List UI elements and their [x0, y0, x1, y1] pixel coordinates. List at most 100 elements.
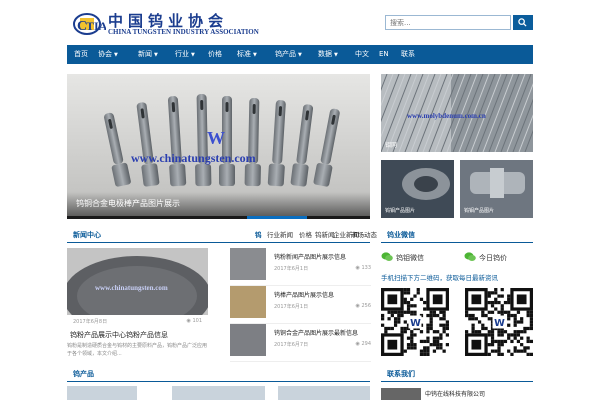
right-feature-caption: 钼网 — [385, 142, 398, 149]
svg-text:W: W — [207, 128, 225, 148]
chevron-down-icon: ▼ — [154, 52, 158, 58]
nav-item-1[interactable]: 首页 — [74, 45, 88, 64]
news-section-header: 新闻中心 钨行业新闻 价格 钨新闻 企业新闻 市场动态 — [67, 229, 377, 243]
wechat-section-header: 钨业微信 — [381, 229, 533, 243]
nav-item-label: 数据 — [318, 50, 332, 58]
search-box — [385, 15, 533, 30]
news-item-views: ◉ 133 — [356, 265, 372, 271]
main-nav: 首页 协会 ▼ 新闻 ▼ 行业 ▼ 价格 标准 ▼ 钨产品 ▼ 数据 ▼ 中文 EN 联系 — [67, 45, 533, 64]
nav-item-10[interactable]: EN — [379, 45, 389, 64]
news-main-views: ◉ 101 — [187, 318, 203, 324]
news-item-views: ◉ 294 — [356, 341, 372, 347]
news-tab[interactable]: 市场动态 — [351, 229, 377, 242]
news-main-image[interactable]: www.chinatungsten.com — [67, 248, 208, 315]
news-item-date: 2017年6月7日 — [274, 342, 309, 348]
news-item-title[interactable]: 钨棒产品图片展示信息 — [274, 290, 334, 299]
chevron-down-icon: ▼ — [114, 52, 118, 58]
logo-mark-icon: C TIA — [73, 13, 106, 35]
news-tab[interactable]: 行业新闻 — [267, 229, 293, 242]
news-main-summary: 钨粉是制造硬质合金与钨材的主要原料产品，钨粉产品广泛应用于各个领域，本文介绍..… — [67, 343, 208, 357]
tungsten-powder-image — [67, 248, 208, 315]
news-item-title[interactable]: 钨铜合金产品图片展示最新信息 — [274, 328, 358, 337]
news-thumb[interactable] — [230, 324, 266, 356]
nav-item-7[interactable]: 钨产品 ▼ — [275, 45, 302, 64]
qr-code-icon: W — [381, 288, 449, 356]
news-tab[interactable]: 钨新闻 — [315, 229, 335, 242]
nav-item-label: EN — [379, 50, 389, 58]
slider-progress-active[interactable] — [247, 216, 307, 219]
thumbnail-2[interactable]: 钨钼产品图片 — [460, 160, 533, 218]
products-section-title: 钨产品 — [73, 370, 94, 378]
chevron-down-icon: ▼ — [334, 52, 338, 58]
views-count: 101 — [192, 318, 202, 324]
wechat-link-label: 钨钼微信 — [396, 254, 424, 262]
news-list-item[interactable]: 钨棒产品图片展示信息 2017年6月1日 ◉ 256 — [230, 286, 371, 324]
wechat-section-title: 钨业微信 — [387, 231, 415, 239]
featured-slider[interactable]: www.chinatungsten.com W 钨铜合金电极棒产品图片展示 — [67, 74, 370, 218]
nav-item-11[interactable]: 联系 — [401, 45, 415, 64]
right-feature-image[interactable]: www.molybdenum.com.cn 钼网 — [381, 74, 533, 152]
product-thumb[interactable] — [278, 386, 370, 400]
nav-item-2[interactable]: 协会 ▼ — [98, 45, 118, 64]
news-watermark: www.chinatungsten.com — [95, 284, 168, 292]
news-section-title: 新闻中心 — [73, 231, 101, 239]
chevron-down-icon: ▼ — [191, 52, 195, 58]
products-section-header: 钨产品 — [67, 368, 370, 382]
site-logo[interactable]: C TIA 中国钨业协会 CHINA TUNGSTEN INDUSTRY ASS… — [72, 9, 272, 39]
news-thumb[interactable] — [230, 286, 266, 318]
news-item-date: 2017年6月1日 — [274, 304, 309, 310]
views-count: 133 — [361, 265, 371, 271]
news-main-title[interactable]: 钨粉产品展示中心钨粉产品信息 — [70, 330, 168, 340]
news-tab[interactable]: 价格 — [299, 229, 312, 242]
views-count: 294 — [361, 341, 371, 347]
views-count: 256 — [361, 303, 371, 309]
slider-watermark: www.chinatungsten.com — [131, 151, 256, 165]
nav-item-label: 协会 — [98, 50, 112, 58]
nav-item-5[interactable]: 价格 — [208, 45, 222, 64]
wechat-link-label: 今日钨价 — [479, 254, 507, 262]
nav-item-3[interactable]: 新闻 ▼ — [138, 45, 158, 64]
nav-item-8[interactable]: 数据 ▼ — [318, 45, 338, 64]
contact-section-header: 联系我们 — [381, 368, 533, 382]
news-thumb[interactable] — [230, 248, 266, 280]
nav-item-label: 中文 — [355, 50, 369, 58]
search-button[interactable] — [513, 15, 533, 30]
nav-item-label: 首页 — [74, 50, 88, 58]
header: C TIA 中国钨业协会 CHINA TUNGSTEN INDUSTRY ASS… — [0, 0, 600, 44]
right-watermark: www.molybdenum.com.cn — [407, 112, 486, 120]
nav-item-label: 价格 — [208, 50, 222, 58]
nav-item-9[interactable]: 中文 — [355, 45, 369, 64]
news-tab[interactable]: 钨 — [255, 229, 262, 242]
nav-item-label: 标准 — [237, 50, 251, 58]
logo-english-text: CHINA TUNGSTEN INDUSTRY ASSOCIATION — [108, 28, 259, 36]
contact-text[interactable]: 中钨在线科技有限公司 — [425, 389, 485, 398]
chevron-down-icon: ▼ — [298, 52, 302, 58]
thumbnail-1[interactable]: 钨钼产品图片 — [381, 160, 454, 218]
nav-item-label: 新闻 — [138, 50, 152, 58]
scan-instruction: 手机扫描下方二维码，获取每日最新资讯 — [381, 274, 498, 282]
watermark-logo-icon: W — [207, 128, 225, 148]
news-list-item[interactable]: 钨铜合金产品图片展示最新信息 2017年6月7日 ◉ 294 — [230, 324, 371, 362]
news-item-views: ◉ 256 — [356, 303, 372, 309]
product-thumb[interactable] — [172, 386, 265, 400]
contact-section-title: 联系我们 — [387, 370, 415, 378]
news-main-meta: 2017年6月8日 ◉ 101 — [67, 318, 208, 326]
product-thumb[interactable] — [67, 386, 137, 400]
svg-text:W: W — [494, 318, 505, 329]
wechat-icon — [464, 252, 476, 261]
search-input[interactable] — [385, 15, 511, 30]
svg-text:TIA: TIA — [86, 19, 106, 33]
svg-text:W: W — [410, 318, 421, 329]
chevron-down-icon: ▼ — [253, 52, 257, 58]
nav-item-label: 联系 — [401, 50, 415, 58]
search-icon — [518, 18, 527, 27]
contact-image — [381, 388, 421, 400]
slider-caption[interactable]: 钨铜合金电极棒产品图片展示 — [76, 198, 180, 209]
nav-item-4[interactable]: 行业 ▼ — [175, 45, 195, 64]
nav-item-6[interactable]: 标准 ▼ — [237, 45, 257, 64]
thumbnail-caption: 钨钼产品图片 — [464, 208, 495, 214]
news-item-title[interactable]: 钨粉新闻产品图片展示信息 — [274, 252, 346, 261]
wechat-icon — [381, 252, 393, 261]
nav-item-label: 行业 — [175, 50, 189, 58]
news-list-item[interactable]: 钨粉新闻产品图片展示信息 2017年6月1日 ◉ 133 — [230, 248, 371, 286]
